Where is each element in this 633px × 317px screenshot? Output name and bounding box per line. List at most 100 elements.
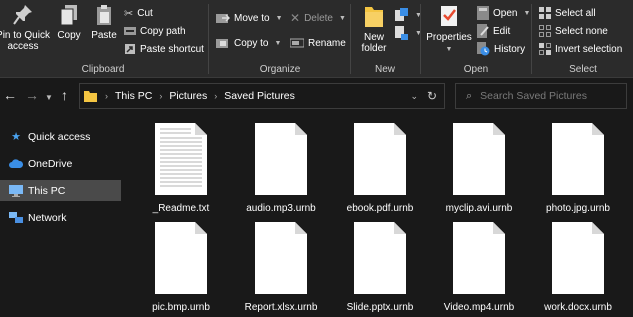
new-group: New folder ▼ ▼ New — [351, 0, 422, 78]
invert-selection-button[interactable]: Invert selection — [539, 40, 622, 58]
nav-item-onedrive[interactable]: OneDrive — [0, 153, 121, 174]
edit-icon — [477, 24, 489, 38]
breadcrumb-this-pc[interactable]: This PC — [115, 90, 152, 102]
file-item[interactable]: Report.xlsx.urnb — [226, 212, 322, 313]
delete-label: Delete — [304, 12, 333, 24]
delete-button[interactable]: ✕ Delete ▼ — [290, 9, 346, 27]
blank-file-icon — [354, 123, 406, 195]
edit-label: Edit — [493, 25, 511, 37]
properties-button[interactable]: Properties ▼ — [425, 4, 473, 55]
chevron-right-icon: › — [105, 91, 108, 101]
blank-file-icon — [552, 222, 604, 294]
file-name: Slide.pptx.urnb — [346, 302, 414, 313]
new-group-label: New — [374, 64, 395, 75]
nav-item-label: OneDrive — [28, 157, 73, 170]
select-none-button[interactable]: Select none — [539, 22, 608, 40]
nav-item-network[interactable]: Network — [0, 207, 121, 228]
rename-button[interactable]: Rename — [290, 34, 346, 52]
copy-path-label: Copy path — [140, 25, 186, 37]
refresh-icon[interactable]: ↻ — [427, 89, 437, 103]
new-folder-icon — [365, 7, 383, 27]
file-name: work.docx.urnb — [544, 302, 612, 313]
folder-icon — [84, 91, 97, 102]
copy-path-button[interactable]: Copy path — [124, 22, 186, 40]
clipboard-group-label: Clipboard — [81, 64, 125, 75]
copy-button[interactable]: Copy — [55, 4, 83, 41]
text-file-icon — [155, 123, 207, 195]
search-placeholder: Search Saved Pictures — [480, 90, 587, 102]
file-list: _Readme.txt audio.mp3.urnb ebook.pdf.urn… — [124, 113, 633, 317]
blank-file-icon — [552, 123, 604, 195]
cut-button[interactable]: ✂ Cut — [124, 4, 153, 22]
file-item[interactable]: ebook.pdf.urnb — [325, 113, 421, 214]
file-item[interactable]: pic.bmp.urnb — [126, 212, 222, 313]
copy-to-button[interactable]: Copy to ▼ — [216, 34, 281, 52]
paste-button[interactable]: Paste — [89, 4, 119, 41]
file-item[interactable]: Video.mp4.urnb — [424, 212, 520, 313]
new-folder-label-1: New — [363, 32, 384, 43]
address-bar[interactable]: › This PC › Pictures › Saved Pictures ⌄ … — [79, 83, 445, 109]
file-item[interactable]: Slide.pptx.urnb — [325, 212, 421, 313]
blank-file-icon — [453, 222, 505, 294]
pin-to-quick-access-button[interactable]: Pin to Quick access — [0, 4, 50, 52]
breadcrumb-pictures[interactable]: Pictures — [169, 90, 207, 102]
open-button[interactable]: Open ▼ — [477, 4, 530, 22]
breadcrumb-saved-pictures[interactable]: Saved Pictures — [224, 90, 295, 102]
search-box[interactable]: ⌕ Search Saved Pictures — [455, 83, 627, 109]
copy-to-label: Copy to — [234, 37, 269, 49]
file-item[interactable]: audio.mp3.urnb — [226, 113, 322, 214]
chevron-right-icon: › — [214, 91, 218, 101]
blank-file-icon — [255, 222, 307, 294]
paste-shortcut-label: Paste shortcut — [140, 43, 204, 55]
organize-group-label: Organize — [259, 64, 301, 75]
paste-shortcut-button[interactable]: Paste shortcut — [124, 40, 204, 58]
select-group: Select all Select none Invert selection … — [533, 0, 633, 78]
file-item[interactable]: photo.jpg.urnb — [523, 113, 619, 214]
edit-button[interactable]: Edit — [477, 22, 510, 40]
new-item-button[interactable]: ▼ — [395, 6, 422, 24]
select-all-label: Select all — [555, 7, 596, 19]
back-arrow-icon[interactable]: ← — [3, 87, 17, 103]
chevron-down-icon: ▼ — [445, 46, 453, 53]
pin-label-1: Pin to Quick — [0, 30, 50, 41]
blank-file-icon — [354, 222, 406, 294]
copy-icon — [60, 5, 77, 26]
rename-icon — [290, 38, 304, 48]
select-group-label: Select — [569, 64, 597, 75]
recent-locations-chevron-icon[interactable]: ▼ — [45, 90, 53, 106]
invert-selection-label: Invert selection — [555, 43, 623, 55]
nav-item-label: Network — [28, 211, 67, 224]
clipboard-group: Pin to Quick access Copy Paste ✂ Cut Cop… — [0, 0, 206, 78]
file-item[interactable]: work.docx.urnb — [523, 212, 619, 313]
properties-icon — [441, 6, 457, 26]
nav-item-quick-access[interactable]: ★ Quick access — [0, 126, 121, 147]
star-icon: ★ — [11, 131, 21, 143]
new-item-icon — [395, 8, 408, 21]
select-none-icon — [539, 25, 551, 37]
copy-to-icon — [216, 39, 228, 48]
forward-arrow-icon[interactable]: → — [25, 87, 39, 103]
open-icon — [477, 6, 489, 20]
easy-access-icon — [395, 26, 408, 40]
open-label: Open — [493, 7, 518, 19]
up-arrow-icon[interactable]: ↑ — [61, 87, 68, 103]
select-all-button[interactable]: Select all — [539, 4, 596, 22]
chevron-down-icon: ▼ — [338, 14, 346, 22]
easy-access-button[interactable]: ▼ — [395, 24, 422, 42]
history-button[interactable]: History — [477, 40, 525, 58]
move-to-button[interactable]: Move to ▼ — [216, 9, 283, 27]
paste-shortcut-icon — [125, 44, 135, 54]
select-none-label: Select none — [555, 25, 608, 37]
file-item[interactable]: myclip.avi.urnb — [424, 113, 520, 214]
address-dropdown-icon[interactable]: ⌄ — [410, 91, 418, 102]
organize-group: Move to ▼ Copy to ▼ ✕ Delete ▼ Rename Organ… — [210, 0, 350, 78]
network-icon — [9, 211, 23, 224]
nav-item-this-pc[interactable]: This PC — [0, 180, 121, 201]
cloud-icon — [9, 158, 23, 170]
open-group-label: Open — [463, 64, 489, 75]
search-icon: ⌕ — [466, 89, 473, 102]
file-item[interactable]: _Readme.txt — [126, 113, 222, 214]
new-folder-button[interactable]: New folder — [355, 4, 393, 54]
ribbon-divider — [531, 4, 532, 74]
copy-path-icon — [124, 27, 136, 35]
